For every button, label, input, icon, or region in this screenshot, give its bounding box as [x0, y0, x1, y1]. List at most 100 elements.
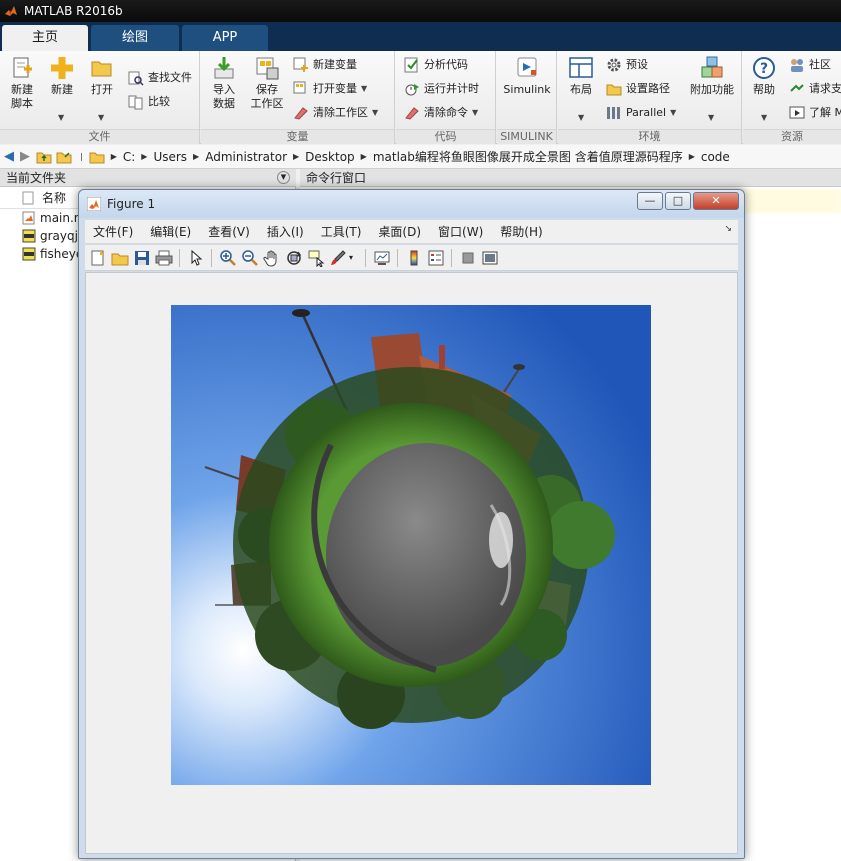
- save-workspace-label: 保存 工作区: [250, 83, 284, 110]
- blank-file-icon: [22, 191, 34, 204]
- breadcrumb-c[interactable]: C:: [123, 150, 135, 164]
- open-variable-icon: [293, 81, 306, 94]
- ribbon-section-resources: ? 帮助 ▼ 社区 请求支 了解 M 资源: [743, 51, 841, 144]
- new-figure-button[interactable]: [89, 249, 107, 267]
- menu-edit[interactable]: 编辑(E): [150, 223, 191, 240]
- analyze-code-label: 分析代码: [424, 58, 468, 71]
- save-figure-button[interactable]: [133, 249, 151, 267]
- data-cursor-button[interactable]: [307, 249, 325, 268]
- parallel-button[interactable]: Parallel ▼: [606, 103, 676, 123]
- clear-commands-caret[interactable]: ▼: [472, 103, 478, 123]
- preferences-button[interactable]: 预设: [606, 55, 648, 75]
- compare-icon: [128, 95, 143, 110]
- toolbar-separator: [211, 249, 212, 267]
- rotate-3d-button[interactable]: [285, 249, 303, 267]
- set-path-button[interactable]: 设置路径: [606, 79, 670, 99]
- menu-help[interactable]: 帮助(H): [500, 223, 542, 240]
- run-and-time-button[interactable]: 运行并计时: [404, 79, 479, 99]
- new-file-icon: [91, 250, 104, 266]
- close-button[interactable]: ✕: [693, 192, 739, 210]
- help-button[interactable]: ? 帮助: [747, 55, 781, 97]
- breadcrumb-arrow-icon: ▶: [110, 152, 117, 161]
- open-variable-caret[interactable]: ▼: [361, 79, 367, 99]
- little-planet-image: [171, 305, 651, 785]
- brush-dropdown-caret[interactable]: ▾: [349, 249, 359, 267]
- compare-label: 比较: [148, 95, 170, 108]
- show-plot-tools-button[interactable]: [481, 249, 499, 267]
- ribbon-section-variable: 导入 数据 保存 工作区 新建变量 打开变量 ▼ 清除工作区 ▼ 变量: [201, 51, 395, 144]
- ribbon-section-simulink: Simulink SIMULINK: [497, 51, 557, 144]
- breadcrumb-users[interactable]: Users: [153, 150, 187, 164]
- tab-plots[interactable]: 绘图: [91, 25, 179, 51]
- panel-menu-chevron-icon[interactable]: ▼: [277, 171, 290, 184]
- menu-window[interactable]: 窗口(W): [438, 223, 483, 240]
- open-dropdown-caret[interactable]: ▼: [98, 113, 104, 122]
- hide-plot-tools-button[interactable]: [459, 249, 477, 267]
- layout-dropdown-caret[interactable]: ▼: [578, 113, 584, 122]
- import-data-button[interactable]: 导入 数据: [207, 55, 241, 111]
- figure-canvas[interactable]: [85, 272, 738, 854]
- open-button[interactable]: 打开: [84, 55, 120, 97]
- back-arrow-icon[interactable]: ◀: [4, 149, 14, 164]
- breadcrumb-administrator[interactable]: Administrator: [205, 150, 287, 164]
- link-plot-button[interactable]: [373, 249, 391, 267]
- save-workspace-button[interactable]: 保存 工作区: [247, 55, 287, 111]
- tab-home[interactable]: 主页: [2, 25, 88, 51]
- maximize-button[interactable]: □: [665, 192, 691, 210]
- edit-plot-button[interactable]: [187, 249, 205, 267]
- open-variable-button[interactable]: 打开变量 ▼: [293, 79, 367, 99]
- print-figure-button[interactable]: [155, 249, 173, 267]
- pan-button[interactable]: [263, 249, 281, 267]
- menu-insert[interactable]: 插入(I): [267, 223, 304, 240]
- breadcrumb-arrow-icon: ▶: [141, 152, 148, 161]
- community-label: 社区: [809, 58, 831, 71]
- minimize-button[interactable]: —: [637, 192, 663, 210]
- figure-title-bar[interactable]: Figure 1 — □ ✕: [79, 190, 744, 218]
- menu-view[interactable]: 查看(V): [208, 223, 250, 240]
- clear-commands-button[interactable]: 清除命令 ▼: [404, 103, 478, 123]
- addons-dropdown-caret[interactable]: ▼: [708, 113, 714, 122]
- menu-tools[interactable]: 工具(T): [321, 223, 362, 240]
- breadcrumb-desktop[interactable]: Desktop: [305, 150, 355, 164]
- compare-button[interactable]: 比较: [128, 92, 170, 112]
- new-variable-button[interactable]: 新建变量: [293, 55, 357, 75]
- new-button[interactable]: 新建: [44, 55, 80, 97]
- help-dropdown-caret[interactable]: ▼: [761, 113, 767, 122]
- printer-icon: [155, 250, 173, 266]
- simulink-section-label: SIMULINK: [497, 129, 556, 144]
- menu-desktop[interactable]: 桌面(D): [378, 223, 421, 240]
- legend-button[interactable]: [427, 249, 445, 267]
- find-files-button[interactable]: 查找文件: [128, 68, 192, 88]
- figure-toolbar: ▾: [85, 245, 738, 271]
- learn-matlab-button[interactable]: 了解 M: [789, 103, 841, 123]
- layout-button[interactable]: 布局: [564, 55, 598, 97]
- zoom-in-button[interactable]: [219, 249, 237, 267]
- analyze-code-button[interactable]: 分析代码: [404, 55, 468, 75]
- breadcrumb-code[interactable]: code: [701, 150, 730, 164]
- new-dropdown-caret[interactable]: ▼: [58, 113, 64, 122]
- app-title: MATLAB R2016b: [24, 4, 123, 18]
- parallel-caret[interactable]: ▼: [670, 103, 676, 123]
- colorbar-button[interactable]: [405, 249, 423, 267]
- forward-arrow-icon[interactable]: ▶: [20, 149, 30, 164]
- simulink-button[interactable]: Simulink: [501, 55, 553, 97]
- open-file-button[interactable]: [111, 249, 129, 267]
- browse-folder-icon[interactable]: [56, 149, 72, 165]
- zoom-out-button[interactable]: [241, 249, 259, 267]
- tab-apps[interactable]: APP: [182, 25, 268, 51]
- dock-arrow-icon[interactable]: ↘: [724, 224, 732, 234]
- address-bar: ◀ ▶ | ▶ C: ▶ Users ▶ Administrator ▶ Des…: [0, 145, 841, 169]
- data-cursor-icon: [308, 250, 325, 268]
- brush-button[interactable]: [329, 249, 347, 267]
- clear-workspace-caret[interactable]: ▼: [372, 103, 378, 123]
- learn-matlab-label: 了解 M: [809, 106, 841, 119]
- breadcrumb-project-folder[interactable]: matlab编程将鱼眼图像展开成全景图 含着值原理源码程序: [373, 148, 683, 165]
- menu-file[interactable]: 文件(F): [93, 223, 133, 240]
- pointer-arrow-icon: [191, 249, 203, 266]
- addons-button[interactable]: 附加功能: [686, 55, 738, 97]
- clear-workspace-button[interactable]: 清除工作区 ▼: [293, 103, 378, 123]
- new-script-button[interactable]: 新建 脚本: [4, 55, 40, 111]
- up-folder-icon[interactable]: [36, 149, 52, 165]
- request-support-button[interactable]: 请求支: [789, 79, 841, 99]
- community-button[interactable]: 社区: [789, 55, 831, 75]
